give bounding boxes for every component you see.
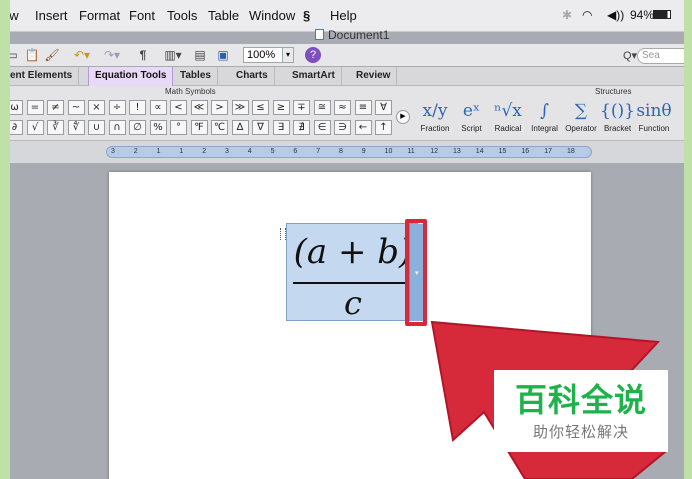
watermark: 百科全说 助你轻松解决 [494, 370, 668, 452]
app-window: ew Insert Format Font Tools Table Window… [10, 0, 684, 479]
watermark-title: 百科全说 [514, 382, 647, 418]
watermark-subtitle: 助你轻松解决 [532, 424, 629, 441]
